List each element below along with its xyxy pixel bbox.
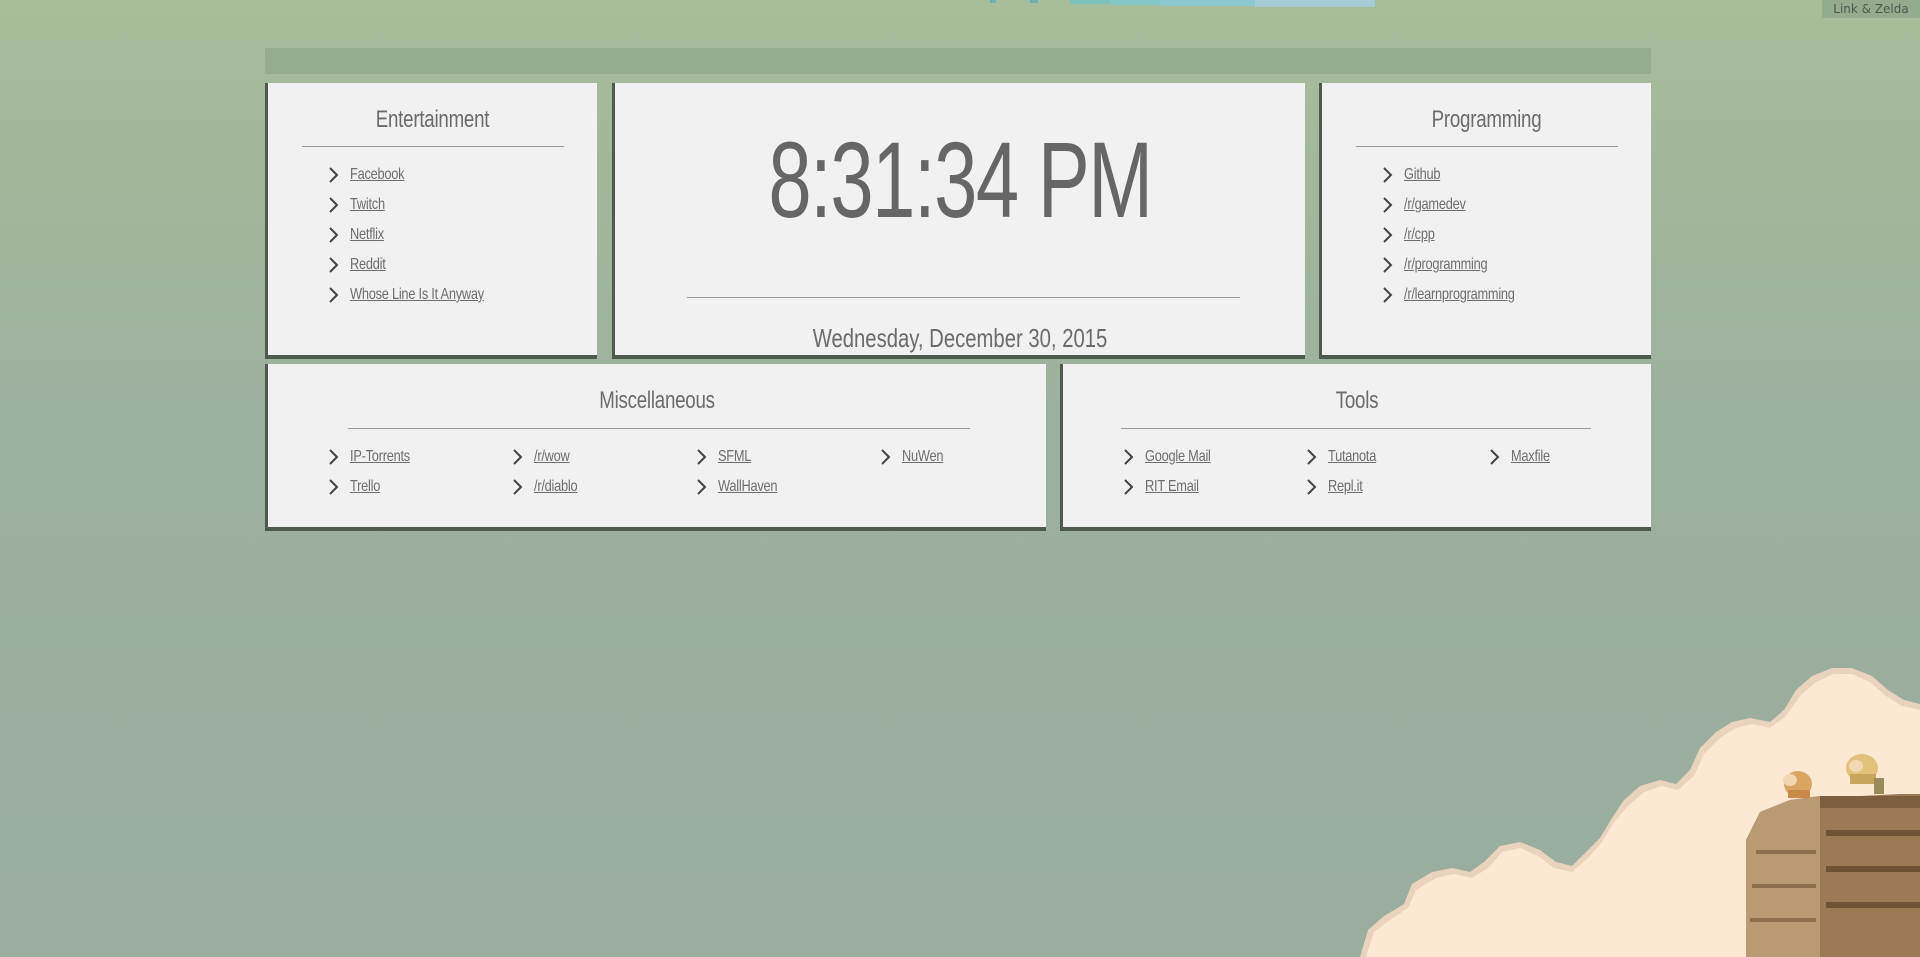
link-r-gamedev[interactable]: /r/gamedev [1404,196,1466,214]
link-r-wow[interactable]: /r/wow [534,448,570,466]
link-repl-it[interactable]: Repl.it [1328,478,1363,496]
tools-panel: Tools Google Mail Tutanota Maxfile RIT E… [1060,364,1651,531]
list-item: Github [1382,164,1449,186]
list-item: /r/learnprogramming [1382,284,1542,306]
top-bar [265,48,1651,74]
link-tutanota[interactable]: Tutanota [1328,448,1376,466]
list-item: Trello [328,476,388,498]
link-reddit[interactable]: Reddit [350,256,386,274]
list-item: NuWen [880,446,954,468]
link-whose-line[interactable]: Whose Line Is It Anyway [350,286,484,304]
list-item: Maxfile [1489,446,1560,468]
panel-title: Miscellaneous [599,387,715,414]
list-item: Repl.it [1306,476,1371,498]
link-maxfile[interactable]: Maxfile [1511,448,1550,466]
chevron-right-icon [329,449,339,465]
panel-title: Programming [1431,106,1542,133]
link-google-mail[interactable]: Google Mail [1145,448,1211,466]
link-facebook[interactable]: Facebook [350,166,405,184]
panel-title: Tools [1335,387,1379,414]
list-item: /r/programming [1382,254,1508,276]
character-link [1846,754,1884,794]
panel-title: Entertainment [375,106,490,133]
list-item: /r/diablo [512,476,588,498]
chevron-right-icon [329,287,339,303]
list-item: Netflix [328,224,392,246]
clock-divider [687,297,1240,298]
link-sfml[interactable]: SFML [718,448,751,466]
chevron-right-icon [1307,449,1317,465]
link-r-cpp[interactable]: /r/cpp [1404,226,1435,244]
chevron-right-icon [1383,287,1393,303]
chevron-right-icon [881,449,891,465]
list-item: Whose Line Is It Anyway [328,284,517,306]
chevron-right-icon [329,479,339,495]
list-item: /r/cpp [1382,224,1442,246]
chevron-right-icon [1124,479,1134,495]
list-item: /r/gamedev [1382,194,1481,216]
title-divider [1356,146,1618,147]
chevron-right-icon [697,449,707,465]
list-item: Tutanota [1306,446,1388,468]
character-zelda [1783,771,1812,798]
clock-time: 8:31:34 PM [768,119,1153,240]
chevron-right-icon [1383,167,1393,183]
chevron-right-icon [1490,449,1500,465]
link-github[interactable]: Github [1404,166,1441,184]
list-item: IP-Torrents [328,446,425,468]
chevron-right-icon [513,479,523,495]
miscellaneous-panel: Miscellaneous IP-Torrents /r/wow SFML Nu… [265,364,1046,531]
chevron-right-icon [1383,227,1393,243]
clock-date: Wednesday, December 30, 2015 [812,323,1108,353]
programming-panel: Programming Github /r/gamedev /r/cpp /r/… [1319,83,1651,359]
title-divider [348,428,970,429]
chevron-right-icon [1307,479,1317,495]
cloud-illustration [1360,668,1920,957]
list-item: Google Mail [1123,446,1227,468]
chevron-right-icon [1383,257,1393,273]
cliff-illustration [1746,794,1920,957]
chevron-right-icon [513,449,523,465]
list-item: SFML [696,446,759,468]
title-divider [1121,428,1591,429]
link-r-programming[interactable]: /r/programming [1404,256,1488,274]
title-divider [302,146,564,147]
chevron-right-icon [329,167,339,183]
chevron-right-icon [329,197,339,213]
chevron-right-icon [329,227,339,243]
chevron-right-icon [1124,449,1134,465]
link-rit-email[interactable]: RIT Email [1145,478,1199,496]
link-twitch[interactable]: Twitch [350,196,385,214]
wallpaper-credit: Link & Zelda [1822,0,1920,18]
header-artwork [990,0,1375,7]
link-wallhaven[interactable]: WallHaven [718,478,778,496]
link-ip-torrents[interactable]: IP-Torrents [350,448,410,466]
clock-panel: 8:31:34 PM Wednesday, December 30, 2015 [612,83,1305,359]
link-nuwen[interactable]: NuWen [902,448,944,466]
chevron-right-icon [1383,197,1393,213]
link-netflix[interactable]: Netflix [350,226,384,244]
list-item: RIT Email [1123,476,1212,498]
list-item: Twitch [328,194,394,216]
list-item: Reddit [328,254,394,276]
chevron-right-icon [697,479,707,495]
list-item: /r/wow [512,446,578,468]
list-item: WallHaven [696,476,792,498]
link-r-learnprogramming[interactable]: /r/learnprogramming [1404,286,1515,304]
link-trello[interactable]: Trello [350,478,380,496]
list-item: Facebook [328,164,418,186]
entertainment-panel: Entertainment Facebook Twitch Netflix Re… [265,83,597,359]
chevron-right-icon [329,257,339,273]
link-r-diablo[interactable]: /r/diablo [534,478,578,496]
